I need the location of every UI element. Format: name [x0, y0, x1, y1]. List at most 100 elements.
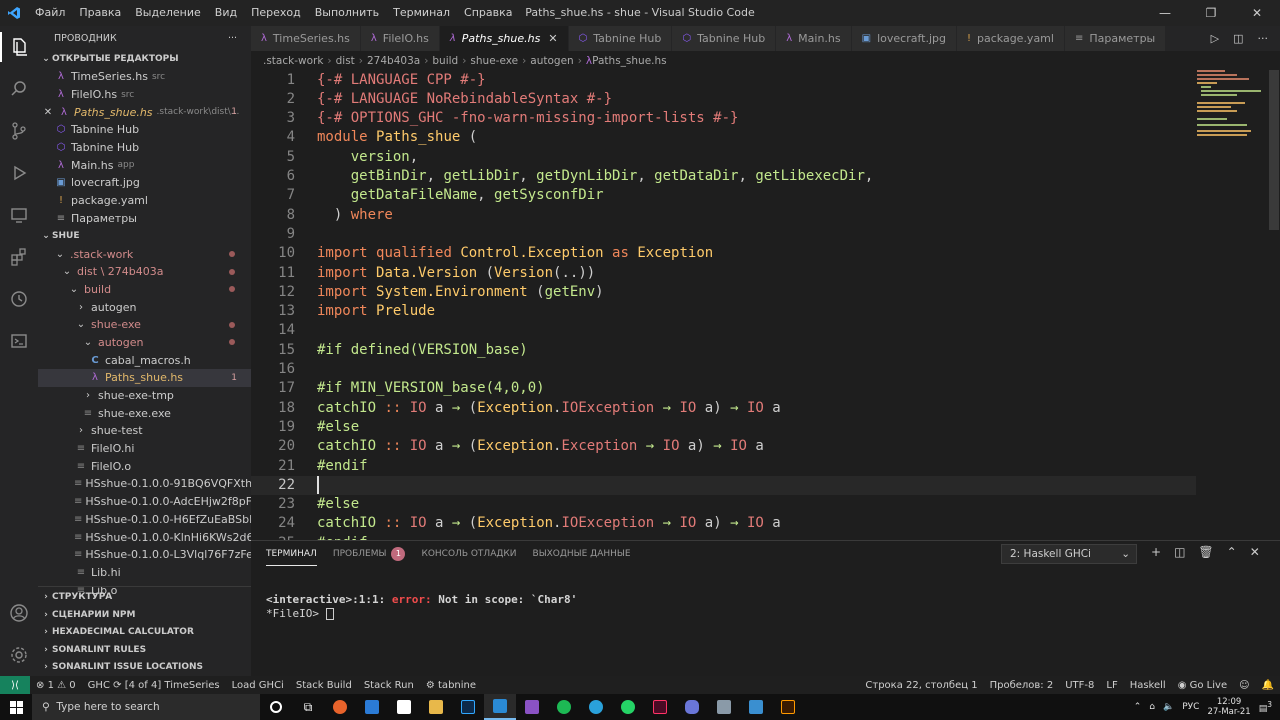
telegram-icon[interactable] [580, 694, 612, 720]
input-language[interactable]: РУС [1182, 702, 1199, 712]
vertical-scrollbar[interactable] [1269, 70, 1279, 230]
run-debug-icon[interactable] [0, 152, 38, 194]
cortana-icon[interactable] [260, 694, 292, 720]
collapsed-section-header[interactable]: › SONARLINT RULES [38, 641, 251, 659]
tree-item[interactable]: ⌄ dist \ 274b403a [38, 263, 251, 281]
tab-параметры[interactable]: ≡ Параметры [1064, 26, 1167, 51]
terminal-output[interactable]: <interactive>:1:1: error: Not in scope: … [266, 593, 577, 621]
open-editor-item[interactable]: λ Main.hs app [38, 156, 251, 174]
minimap[interactable] [1197, 70, 1269, 140]
tree-item[interactable]: ≡ FileIO.o [38, 457, 251, 475]
open-editor-item[interactable]: ⬡ Tabnine Hub [38, 121, 251, 139]
tab-fileio-hs[interactable]: λ FileIO.hs [360, 26, 440, 51]
mail-icon[interactable] [356, 694, 388, 720]
collapsed-section-header[interactable]: › HEXADECIMAL CALCULATOR [38, 624, 251, 642]
breadcrumb-item[interactable]: autogen [530, 55, 573, 67]
tree-item[interactable]: › shue-test [38, 422, 251, 440]
app-window-icon[interactable] [708, 694, 740, 720]
tabnine-status[interactable]: ⚙ tabnine [420, 680, 482, 691]
spotify-icon[interactable] [548, 694, 580, 720]
tab-package-yaml[interactable]: ! package.yaml [956, 26, 1065, 51]
tab-paths-shue-hs[interactable]: λ Paths_shue.hs ✕ [439, 26, 569, 51]
split-editor-icon[interactable]: ◫ [1233, 32, 1243, 45]
tree-item[interactable]: ≡ FileIO.hi [38, 440, 251, 458]
notifications-bell-icon[interactable]: 🔔 [1256, 680, 1280, 691]
open-editor-item[interactable]: λ TimeSeries.hs src [38, 68, 251, 86]
illustrator-icon[interactable] [772, 694, 804, 720]
tab-tabnine-hub[interactable]: ⬡ Tabnine Hub [568, 26, 673, 51]
notification-center-icon[interactable]: ▤3 [1259, 700, 1272, 714]
tree-item[interactable]: ≡HSshue-0.1.0.0-H6EfZuEaBSbKSU... [38, 511, 251, 529]
code-editor[interactable]: 1 {-# LANGUAGE CPP #-} 2 {-# LANGUAGE NoReb… [251, 70, 1280, 540]
cursor-position[interactable]: Строка 22, столбец 1 [859, 680, 983, 691]
network-icon[interactable]: ⌂ [1149, 702, 1155, 712]
open-editors-header[interactable]: ⌄ ОТКРЫТЫЕ РЕДАКТОРЫ [38, 50, 251, 68]
close-panel-icon[interactable]: ✕ [1250, 545, 1260, 559]
tree-item[interactable]: ≡HSshue-0.1.0.0-L3Vlql76F7zFeOM... [38, 546, 251, 564]
tray-chevron-up-icon[interactable]: ⌃ [1134, 702, 1142, 712]
breadcrumb-item[interactable]: Paths_shue.hs [592, 55, 667, 67]
tree-item[interactable]: ≡HSshue-0.1.0.0-KlnHi6KWs2d6zW... [38, 528, 251, 546]
open-editor-item[interactable]: ▣ lovecraft.jpg [38, 174, 251, 192]
windows-start-icon[interactable] [0, 694, 32, 720]
tree-item[interactable]: ≡HSshue-0.1.0.0-91BQ6VQFXth4xN... [38, 475, 251, 493]
more-actions-icon[interactable]: ··· [228, 33, 237, 44]
run-icon[interactable]: ▷ [1211, 32, 1219, 45]
menu-go[interactable]: Переход [244, 0, 308, 26]
panel-tab[interactable]: ПРОБЛЕМЫ 1 [333, 541, 406, 567]
load-ghci-button[interactable]: Load GHCi [226, 680, 290, 691]
menu-view[interactable]: Вид [208, 0, 244, 26]
menu-edit[interactable]: Правка [72, 0, 128, 26]
clock[interactable]: 12:09 27-Mar-21 [1207, 697, 1250, 717]
close-icon[interactable]: ✕ [548, 32, 557, 45]
tab-timeseries-hs[interactable]: λ TimeSeries.hs [251, 26, 361, 51]
tree-item[interactable]: › shue-exe-tmp [38, 387, 251, 405]
vscode-taskbar-icon[interactable] [484, 694, 516, 720]
indentation[interactable]: Пробелов: 2 [984, 680, 1060, 691]
tree-item[interactable]: ≡HSshue-0.1.0.0-AdcEHjw2f8pFao0... [38, 493, 251, 511]
menu-terminal[interactable]: Терминал [386, 0, 457, 26]
open-editor-item[interactable]: ≡ Параметры [38, 210, 251, 228]
timeline-icon[interactable] [0, 278, 38, 320]
split-terminal-icon[interactable]: ◫ [1174, 545, 1185, 559]
breadcrumb-item[interactable]: 274b403a [367, 55, 420, 67]
taskbar-search[interactable]: ⚲ Type here to search [32, 694, 260, 720]
stack-run-button[interactable]: Stack Run [358, 680, 420, 691]
ghc-status[interactable]: GHC ⟳ [4 of 4] TimeSeries [82, 680, 226, 691]
collapsed-section-header[interactable]: › SONARLINT ISSUE LOCATIONS [38, 659, 251, 677]
tree-item[interactable]: ⌄ shue-exe [38, 316, 251, 334]
tree-item[interactable]: ≡ Lib.hi [38, 564, 251, 582]
photos-icon[interactable] [740, 694, 772, 720]
minimize-icon[interactable]: — [1142, 0, 1188, 26]
task-view-icon[interactable]: ⧉ [292, 694, 324, 720]
kill-terminal-icon[interactable]: 🗑 [1198, 545, 1213, 559]
line-ending[interactable]: LF [1100, 680, 1123, 691]
tab-lovecraft-jpg[interactable]: ▣ lovecraft.jpg [851, 26, 957, 51]
open-editor-item[interactable]: ⬡ Tabnine Hub [38, 139, 251, 157]
search-icon[interactable] [0, 68, 38, 110]
feedback-icon[interactable]: ☺ [1233, 680, 1255, 691]
menu-file[interactable]: Файл [28, 0, 72, 26]
panel-tab[interactable]: ТЕРМИНАЛ [266, 543, 317, 566]
discord-icon[interactable] [676, 694, 708, 720]
remote-indicator-icon[interactable]: ⟩⟨ [0, 676, 30, 694]
indesign-icon[interactable] [644, 694, 676, 720]
open-editor-item[interactable]: λ FileIO.hs src [38, 86, 251, 104]
open-editor-item[interactable]: ! package.yaml [38, 192, 251, 210]
menu-run[interactable]: Выполнить [308, 0, 386, 26]
tab-main-hs[interactable]: λ Main.hs [776, 26, 852, 51]
breadcrumb-item[interactable]: build [432, 55, 458, 67]
close-icon[interactable]: ✕ [42, 107, 54, 118]
tree-item[interactable]: ⌄ build [38, 281, 251, 299]
new-terminal-icon[interactable]: + [1151, 545, 1161, 559]
tree-item[interactable]: Ccabal_macros.h [38, 351, 251, 369]
volume-icon[interactable]: 🔈 [1163, 702, 1174, 712]
tree-item[interactable]: ⌄ autogen [38, 334, 251, 352]
remote-explorer-icon[interactable] [0, 194, 38, 236]
menu-help[interactable]: Справка [457, 0, 519, 26]
collapsed-section-header[interactable]: › СЦЕНАРИИ NPM [38, 606, 251, 624]
tree-item[interactable]: › autogen [38, 298, 251, 316]
close-window-icon[interactable]: ✕ [1234, 0, 1280, 26]
manage-gear-icon[interactable] [0, 634, 38, 676]
visual-studio-icon[interactable] [516, 694, 548, 720]
